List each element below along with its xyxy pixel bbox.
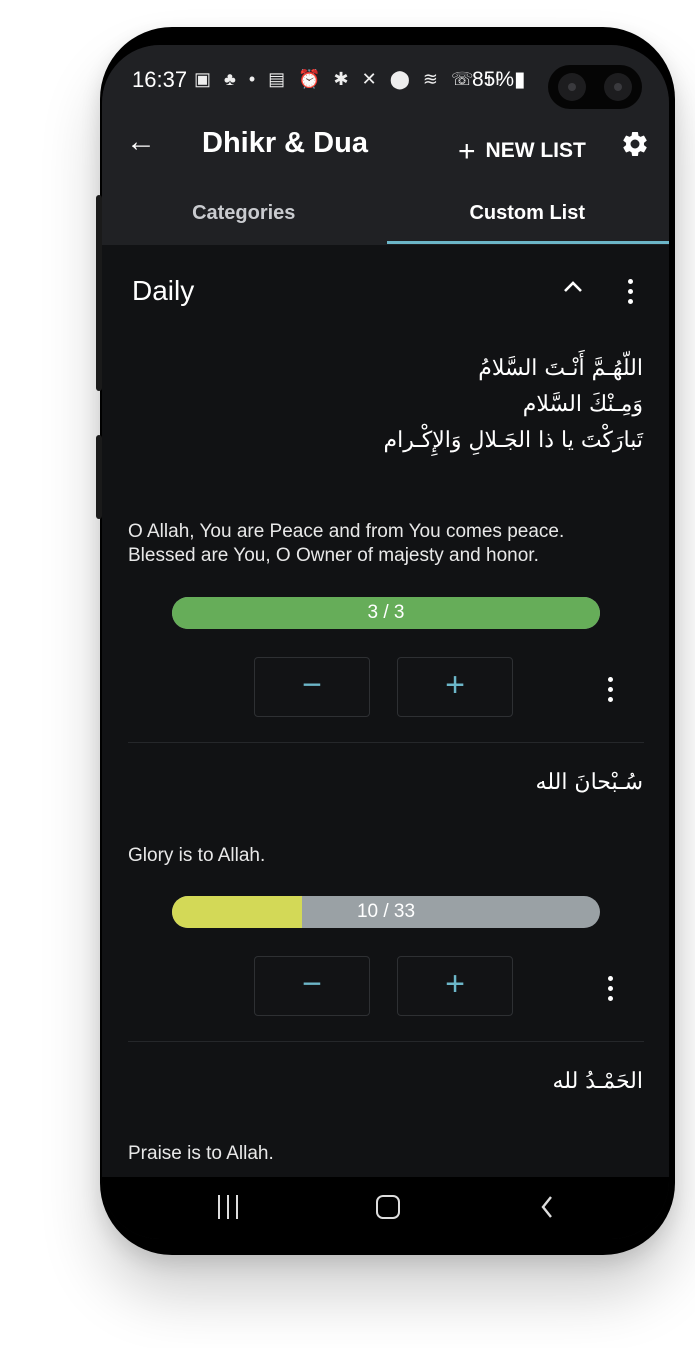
progress-text: 3 / 3 (367, 602, 405, 623)
tab-bar: Categories Custom List (102, 185, 669, 245)
list-options-kebab-icon[interactable] (628, 279, 634, 309)
camera-cutout (548, 65, 642, 109)
home-icon[interactable] (376, 1195, 400, 1219)
item-arabic-text: اللّهُـمَّ أَنْـتَ السَّلامُ وَمِـنْكَ ا… (383, 356, 643, 453)
list-title: Daily (132, 275, 195, 306)
progress-text: 10 / 33 (356, 901, 416, 922)
increment-button[interactable]: + (397, 956, 513, 1016)
status-time: 16:37 (132, 67, 188, 92)
tab-indicator (387, 241, 669, 244)
back-arrow-icon[interactable]: ← (126, 125, 156, 159)
progress-bar: 3 / 3 (172, 597, 600, 629)
app-bar: ← Dhikr & Dua + NEW LIST (102, 109, 669, 185)
item-translation: O Allah, You are Peace and from You come… (128, 521, 565, 566)
camera-lens-icon (604, 73, 632, 101)
item-options-kebab-icon[interactable] (608, 976, 614, 1006)
decrement-button[interactable]: − (254, 956, 370, 1016)
system-nav-bar (102, 1177, 669, 1239)
battery-level: 85%▮ (472, 68, 526, 91)
camera-lens-icon (558, 73, 586, 101)
new-list-button[interactable]: + NEW LIST (458, 131, 586, 168)
status-bar: 16:37 ▣ ♣ • ▤ ⏰ ✱ ✕ ⬤ ≋ ☏ ıl 85%▮ (102, 45, 669, 109)
screen: 16:37 ▣ ♣ • ▤ ⏰ ✱ ✕ ⬤ ≋ ☏ ıl 85%▮ ← Dhik… (102, 45, 669, 1239)
nav-back-icon[interactable] (540, 1194, 554, 1220)
tab-custom-list[interactable]: Custom List (386, 185, 670, 245)
recents-icon[interactable] (218, 1195, 240, 1219)
chevron-up-icon[interactable] (562, 279, 584, 293)
item-arabic-text: الحَمْـدُ لله (552, 1069, 643, 1094)
item-divider (128, 1041, 644, 1042)
item-arabic-text: سُـبْحانَ الله (535, 770, 643, 795)
decrement-button[interactable]: − (254, 657, 370, 717)
item-translation: Glory is to Allah. (128, 845, 266, 866)
phone-frame: 16:37 ▣ ♣ • ▤ ⏰ ✱ ✕ ⬤ ≋ ☏ ıl 85%▮ ← Dhik… (96, 27, 675, 1255)
dhikr-list: Daily اللّهُـمَّ أَنْـتَ السَّلامُ وَمِـ… (102, 245, 669, 1177)
item-translation: Praise is to Allah. (128, 1143, 274, 1164)
new-list-label: NEW LIST (485, 139, 586, 162)
status-indicator-icons: ▣ ♣ • ▤ ⏰ ✱ ✕ ⬤ ≋ ☏ ıl (194, 69, 504, 89)
page-title: Dhikr & Dua (202, 127, 368, 159)
tab-categories[interactable]: Categories (102, 185, 386, 245)
item-options-kebab-icon[interactable] (608, 677, 614, 707)
gear-icon[interactable] (620, 129, 650, 159)
progress-bar: 10 / 33 (172, 896, 600, 928)
item-divider (128, 742, 644, 743)
plus-icon: + (458, 135, 476, 168)
increment-button[interactable]: + (397, 657, 513, 717)
